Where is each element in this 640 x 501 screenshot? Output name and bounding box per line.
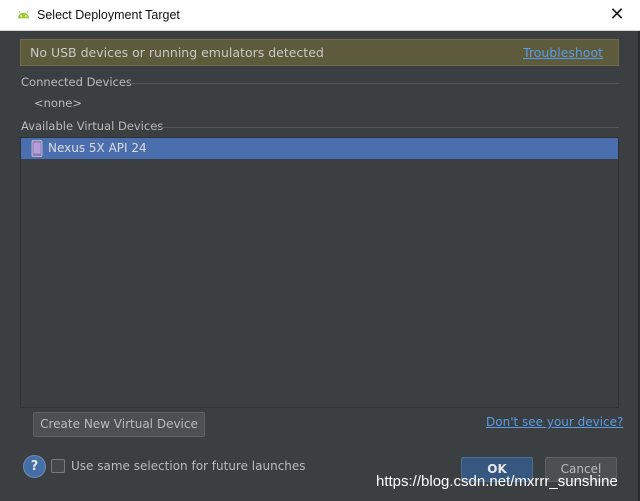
troubleshoot-link[interactable]: Troubleshoot bbox=[523, 45, 603, 60]
same-selection-checkbox[interactable] bbox=[51, 459, 65, 473]
android-icon bbox=[17, 10, 30, 19]
virtual-devices-heading: Available Virtual Devices bbox=[21, 119, 619, 133]
banner-message: No USB devices or running emulators dete… bbox=[30, 45, 324, 60]
virtual-device-list[interactable]: Nexus 5X API 24 bbox=[20, 137, 619, 408]
same-selection-label: Use same selection for future launches bbox=[71, 459, 306, 473]
section-divider bbox=[155, 127, 619, 128]
phone-icon bbox=[31, 140, 43, 157]
no-devices-banner: No USB devices or running emulators dete… bbox=[20, 39, 619, 66]
section-divider bbox=[127, 83, 619, 84]
window-title: Select Deployment Target bbox=[37, 8, 180, 22]
dont-see-device-link[interactable]: Don't see your device? bbox=[486, 415, 623, 429]
title-bar: Select Deployment Target ✕ bbox=[0, 0, 640, 31]
device-row-nexus-5x[interactable]: Nexus 5X API 24 bbox=[21, 138, 618, 159]
device-label: Nexus 5X API 24 bbox=[48, 141, 147, 155]
watermark-text: https://blog.csdn.net/mxrrr_sunshine bbox=[376, 473, 618, 490]
virtual-devices-heading-text: Available Virtual Devices bbox=[21, 119, 164, 133]
connected-devices-heading: Connected Devices bbox=[21, 75, 619, 89]
help-icon[interactable]: ? bbox=[23, 455, 46, 478]
create-new-virtual-device-button[interactable]: Create New Virtual Device bbox=[33, 412, 205, 437]
connected-devices-heading-text: Connected Devices bbox=[21, 75, 132, 89]
close-icon[interactable]: ✕ bbox=[604, 3, 630, 27]
connected-devices-empty: <none> bbox=[34, 96, 82, 110]
